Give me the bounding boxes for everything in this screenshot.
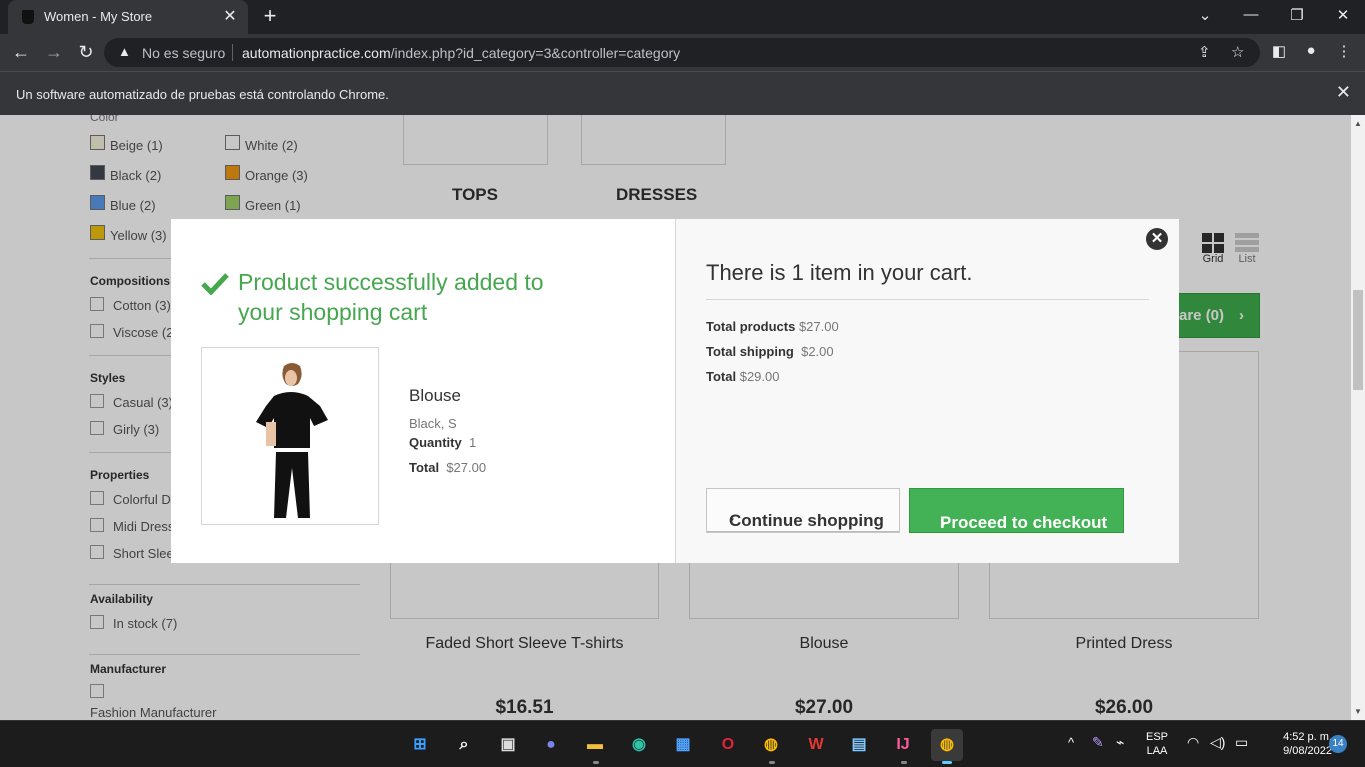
share-icon[interactable]: ⇪ [1198,43,1211,61]
clock-time: 4:52 p. m. [1283,731,1332,743]
scroll-down-icon[interactable]: ▼ [1354,707,1362,716]
quantity-label: Quantity [409,435,462,450]
forward-icon[interactable]: → [42,40,66,64]
scroll-up-icon[interactable]: ▲ [1354,119,1362,128]
quantity-row: Quantity 1 [409,435,476,450]
url-host: automationpractice.com [242,45,391,61]
clock[interactable]: 4:52 p. m. 9/08/2022 [1258,730,1332,758]
add-to-cart-modal: Product successfully added to your shopp… [171,219,1179,563]
clock-date: 9/08/2022 [1283,745,1332,757]
browser-toolbar: ← → ↻ ▲ No es seguro automationpractice.… [0,34,1365,71]
windows-taskbar: ⊞ ⌕ ▣ ● ▬ ◉ ▦ O ◍ W ▤ IJ ◍ ^ ✎ ⌁ ESP LAA… [0,720,1365,767]
profile-icon[interactable]: ● [1301,42,1321,59]
success-line: your shopping cart [238,299,428,325]
scrollbar-thumb[interactable] [1353,290,1363,390]
volume-icon[interactable]: ◁) [1210,734,1225,751]
new-tab-button[interactable]: + [258,3,282,29]
total-shipping-label: Total shipping [706,344,794,359]
success-line: Product successfully added to [238,269,544,295]
sidebar-icon[interactable]: ◧ [1269,42,1289,60]
url-path: /index.php?id_category=3&controller=cate… [390,45,681,61]
store-icon[interactable]: ▦ [667,729,699,761]
warning-icon[interactable]: ▲ [118,44,131,59]
chrome-icon[interactable]: ◍ [755,729,787,761]
product-image [201,347,379,525]
automation-infobar: Un software automatizado de pruebas está… [0,71,1365,115]
network-off-icon[interactable]: ⌁ [1116,734,1124,751]
tab-title: Women - My Store [44,9,153,24]
cart-count-text: There is 1 item in your cart. [706,260,973,285]
chevron-right-icon: › [940,513,946,532]
cart-total-label: Total [706,369,737,384]
success-message: Product successfully added to your shopp… [238,267,544,327]
battery-icon[interactable]: ▭ [1235,734,1248,751]
modal-product-panel: Product successfully added to your shopp… [171,219,676,563]
continue-shopping-button[interactable]: ‹ Continue shopping [706,488,900,533]
divider [706,299,1149,300]
total-products-value: $27.00 [798,319,839,334]
windows-start-icon[interactable]: ⊞ [404,729,436,761]
language-indicator[interactable]: ESP LAA [1140,730,1174,758]
running-indicator [901,761,907,764]
divider [232,44,233,61]
running-indicator [593,761,599,764]
file-explorer-icon[interactable]: ▬ [579,729,611,761]
edge-icon[interactable]: ◉ [623,729,655,761]
screen: { "browser": { "tab_title": "Women - My … [0,0,1365,767]
url-text[interactable]: automationpractice.com/index.php?id_cate… [242,45,680,61]
total-label: Total [409,460,440,475]
star-icon[interactable]: ☆ [1231,43,1244,61]
checkout-label: Proceed to checkout [940,513,1108,532]
cart-total-row: Total $29.00 [706,369,779,384]
infobar-close-icon[interactable]: ✕ [1336,82,1351,103]
notification-badge[interactable]: 14 [1329,735,1347,753]
lang-line: ESP [1145,731,1168,743]
favicon-icon [22,10,34,24]
browser-tab[interactable]: Women - My Store ✕ [8,0,248,34]
lang-line: LAA [1146,745,1168,757]
page-scrollbar[interactable]: ▲ ▼ [1351,115,1365,720]
security-status[interactable]: No es seguro [142,45,225,61]
reload-icon[interactable]: ↻ [74,40,98,64]
total-products-row: Total products $27.00 [706,319,839,334]
product-photo [202,348,378,524]
wps-icon[interactable]: W [800,729,832,761]
task-view-icon[interactable]: ▣ [492,729,524,761]
wifi-icon[interactable]: ◠ [1187,734,1199,751]
total-shipping-value: $2.00 [801,344,834,359]
search-icon[interactable]: ⌕ [448,729,480,761]
tab-strip: Women - My Store ✕ + ⌄ — ❐ ✕ [0,0,1365,34]
modal-close-icon[interactable]: ✕ [1146,228,1168,250]
modal-product-attributes: Black, S [409,416,457,431]
total-shipping-row: Total shipping $2.00 [706,344,834,359]
menu-icon[interactable]: ⋮ [1334,42,1354,60]
total-value: $27.00 [446,460,487,475]
notepad-icon[interactable]: ▤ [843,729,875,761]
running-indicator [769,761,775,764]
chrome-active-icon[interactable]: ◍ [931,729,963,761]
cart-total-value: $29.00 [739,369,780,384]
maximize-icon[interactable]: ❐ [1282,6,1312,24]
proceed-to-checkout-button[interactable]: Proceed to checkout › [909,488,1124,533]
back-icon[interactable]: ← [9,40,33,64]
intellij-icon[interactable]: IJ [887,729,919,761]
check-icon [201,273,229,295]
window-close-icon[interactable]: ✕ [1328,6,1358,24]
line-total-row: Total $27.00 [409,460,486,475]
chevron-up-icon[interactable]: ^ [1068,735,1074,750]
automation-notice: Un software automatizado de pruebas está… [16,87,389,102]
opera-icon[interactable]: O [712,729,744,761]
quantity-value: 1 [468,435,477,450]
tab-search-icon[interactable]: ⌄ [1190,6,1220,24]
active-indicator [942,761,952,764]
tab-close-icon[interactable]: ✕ [220,6,240,26]
modal-product-title: Blouse [409,386,461,405]
chat-icon[interactable]: ● [535,729,567,761]
pen-icon[interactable]: ✎ [1092,734,1104,751]
address-bar[interactable]: ▲ No es seguro automationpractice.com/in… [104,38,1260,67]
minimize-icon[interactable]: — [1236,6,1266,23]
total-products-label: Total products [706,319,796,334]
continue-shopping-label: Continue shopping [729,511,884,530]
